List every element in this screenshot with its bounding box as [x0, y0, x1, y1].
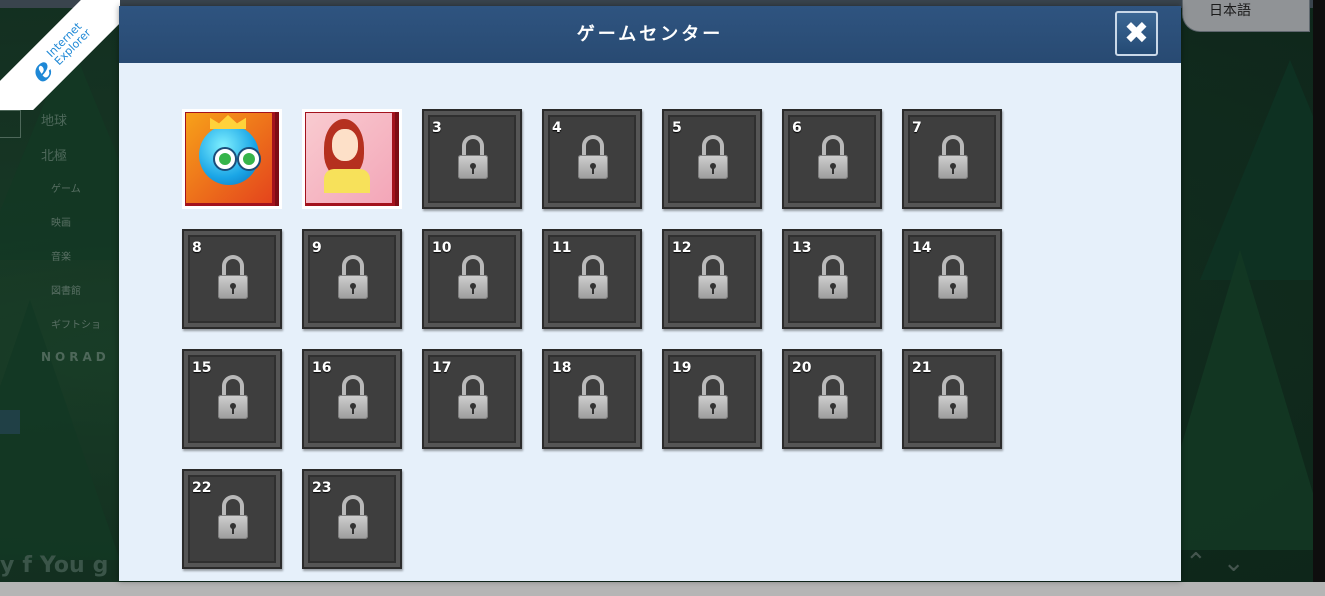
locked-game-tile[interactable]: 6 [782, 109, 882, 209]
lock-icon [938, 135, 968, 179]
game-number: 11 [552, 240, 572, 256]
lock-icon [218, 495, 248, 539]
game-number: 23 [312, 480, 332, 496]
ie-badge: e Internet Explorer [0, 0, 120, 110]
lock-icon [698, 375, 728, 419]
game-number: 4 [552, 120, 562, 136]
close-icon: ✖ [1123, 15, 1150, 51]
lock-icon [938, 255, 968, 299]
locked-game-tile[interactable]: 19 [662, 349, 762, 449]
game-center-modal: ゲームセンター ✖ 3 4 5 6 7 8 9 10 11 12 13 14 15 16 17 18 19 20 2… [119, 6, 1181, 581]
game-number: 7 [912, 120, 922, 136]
locked-game-tile[interactable]: 13 [782, 229, 882, 329]
modal-title: ゲームセンター [576, 24, 724, 45]
lock-icon [578, 255, 608, 299]
modal-header: ゲームセンター [119, 6, 1181, 63]
lock-icon [218, 255, 248, 299]
lock-icon [818, 135, 848, 179]
locked-game-tile[interactable]: 10 [422, 229, 522, 329]
locked-game-tile[interactable]: 12 [662, 229, 762, 329]
game-number: 5 [672, 120, 682, 136]
game-number: 12 [672, 240, 692, 256]
game-thumbnail [186, 113, 272, 203]
locked-game-tile[interactable]: 7 [902, 109, 1002, 209]
lock-icon [338, 255, 368, 299]
ie-badge-label: Internet Explorer [44, 19, 93, 68]
locked-game-tile[interactable]: 20 [782, 349, 882, 449]
lock-icon [698, 255, 728, 299]
close-button[interactable]: ✖ [1115, 11, 1158, 56]
lock-icon [218, 375, 248, 419]
locked-game-tile[interactable]: 5 [662, 109, 762, 209]
game-number: 22 [192, 480, 212, 496]
game-number: 20 [792, 360, 812, 376]
locked-game-tile[interactable]: 16 [302, 349, 402, 449]
locked-game-tile[interactable]: 14 [902, 229, 1002, 329]
lock-icon [818, 375, 848, 419]
game-number: 6 [792, 120, 802, 136]
game-number: 8 [192, 240, 202, 256]
game-grid: 3 4 5 6 7 8 9 10 11 12 13 14 15 16 17 18 19 20 21 22 23 [182, 109, 1002, 569]
locked-game-tile[interactable]: 23 [302, 469, 402, 569]
lock-icon [938, 375, 968, 419]
game-number: 13 [792, 240, 812, 256]
game-number: 10 [432, 240, 452, 256]
game-tile[interactable] [302, 109, 402, 209]
locked-game-tile[interactable]: 4 [542, 109, 642, 209]
locked-game-tile[interactable]: 18 [542, 349, 642, 449]
locked-game-tile[interactable]: 8 [182, 229, 282, 329]
game-number: 19 [672, 360, 692, 376]
lock-icon [338, 495, 368, 539]
game-number: 17 [432, 360, 452, 376]
lock-icon [458, 135, 488, 179]
game-number: 14 [912, 240, 932, 256]
bottom-bar [0, 582, 1325, 596]
game-number: 9 [312, 240, 322, 256]
locked-game-tile[interactable]: 22 [182, 469, 282, 569]
lock-icon [818, 255, 848, 299]
game-number: 3 [432, 120, 442, 136]
locked-game-tile[interactable]: 15 [182, 349, 282, 449]
lock-icon [338, 375, 368, 419]
game-number: 15 [192, 360, 212, 376]
window-edge [1313, 0, 1325, 582]
locked-game-tile[interactable]: 21 [902, 349, 1002, 449]
locked-game-tile[interactable]: 17 [422, 349, 522, 449]
game-number: 16 [312, 360, 332, 376]
lock-icon [458, 375, 488, 419]
game-number: 21 [912, 360, 932, 376]
lock-icon [578, 375, 608, 419]
game-thumbnail [306, 113, 392, 203]
locked-game-tile[interactable]: 9 [302, 229, 402, 329]
locked-game-tile[interactable]: 11 [542, 229, 642, 329]
lock-icon [458, 255, 488, 299]
lock-icon [698, 135, 728, 179]
locked-game-tile[interactable]: 3 [422, 109, 522, 209]
game-number: 18 [552, 360, 572, 376]
lock-icon [578, 135, 608, 179]
game-tile[interactable] [182, 109, 282, 209]
